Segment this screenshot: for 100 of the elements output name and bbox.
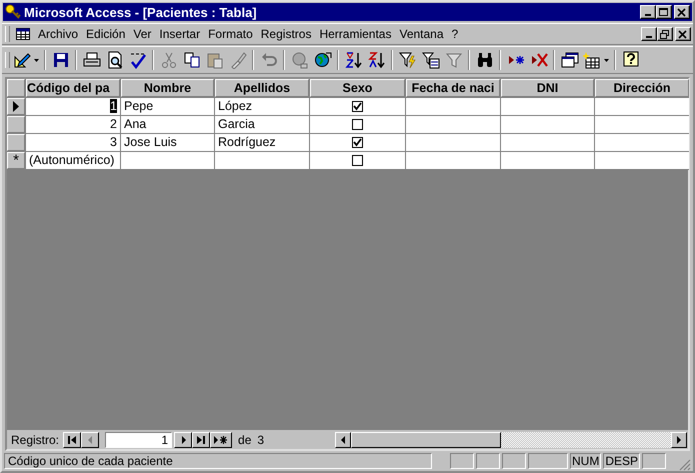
status-indicator: NUM	[570, 453, 602, 469]
undo-icon	[260, 51, 278, 69]
print-icon	[82, 51, 100, 69]
table-cell[interactable]	[595, 134, 689, 151]
previous-record-button[interactable]	[81, 432, 100, 448]
first-icon	[68, 436, 77, 444]
minimize-button[interactable]	[640, 5, 656, 19]
table-cell[interactable]: Pepe	[121, 98, 214, 115]
status-indicator: DESP	[603, 453, 640, 469]
menu-item[interactable]: Insertar	[156, 27, 206, 41]
status-panel	[476, 453, 500, 469]
window-title: Microsoft Access - [Pacientes : Tabla]	[24, 4, 258, 20]
column-header[interactable]: DNI	[501, 79, 594, 97]
menu-item[interactable]: Formato	[205, 27, 258, 41]
record-count: 3	[257, 433, 266, 447]
row-selector[interactable]	[7, 98, 25, 115]
table-cell[interactable]	[406, 134, 500, 151]
cell-text: (Autonumérico)	[29, 153, 114, 167]
checkbox[interactable]	[352, 155, 363, 166]
record-number-field[interactable]: 1	[105, 432, 172, 448]
status-panel	[528, 453, 568, 469]
checkbox[interactable]	[352, 137, 363, 148]
cut-icon	[160, 51, 178, 69]
cell-text: 3	[110, 135, 117, 149]
table-cell[interactable]: Jose Luis	[121, 134, 214, 151]
row-selector[interactable]: *	[7, 152, 25, 169]
resize-grip-icon[interactable]	[679, 459, 691, 471]
minimize-icon	[645, 14, 651, 16]
key-icon	[5, 4, 21, 20]
table-cell[interactable]	[501, 98, 594, 115]
new-record-marker: *	[13, 153, 19, 168]
table-cell[interactable]: 2	[26, 116, 120, 133]
menu-item[interactable]: Ver	[130, 27, 156, 41]
menu-item[interactable]: Registros	[258, 27, 316, 41]
first-record-button[interactable]	[63, 432, 82, 448]
close-icon	[678, 30, 688, 38]
table-cell[interactable]: 1	[26, 98, 120, 115]
checkbox[interactable]	[352, 119, 363, 130]
of-label: de	[238, 433, 252, 447]
maximize-button[interactable]	[656, 5, 672, 19]
column-header[interactable]: Código del pa	[26, 79, 120, 97]
record-label: Registro:	[11, 433, 60, 447]
filter-icon	[444, 51, 462, 69]
next-record-button[interactable]	[174, 432, 192, 448]
previous-icon	[86, 436, 95, 444]
menu-item[interactable]: ?	[448, 27, 464, 41]
restore-icon	[660, 30, 670, 38]
table-cell[interactable]	[595, 152, 689, 169]
database-window-icon	[560, 51, 578, 69]
menu-item[interactable]: Herramientas	[316, 27, 396, 41]
table-cell[interactable]	[406, 152, 500, 169]
table-cell[interactable]: Ana	[121, 116, 214, 133]
table-cell[interactable]: Garcia	[215, 116, 309, 133]
select-all-button[interactable]	[7, 79, 25, 97]
maximize-icon	[659, 8, 669, 16]
table-cell[interactable]	[501, 134, 594, 151]
table-cell[interactable]: 3	[26, 134, 120, 151]
left-arrow-icon	[341, 436, 346, 444]
checkbox[interactable]	[352, 101, 363, 112]
table-cell[interactable]	[406, 98, 500, 115]
brush-icon	[228, 51, 246, 69]
scroll-right-button[interactable]	[671, 432, 687, 448]
table-cell[interactable]	[501, 152, 594, 169]
table-cell[interactable]	[215, 152, 309, 169]
column-header[interactable]: Fecha de naci	[406, 79, 500, 97]
menu-item[interactable]: Ventana	[396, 27, 449, 41]
close-button[interactable]	[675, 27, 691, 41]
sort-ascending-icon	[344, 51, 362, 69]
menu-item[interactable]: Edición	[83, 27, 130, 41]
table-icon[interactable]	[15, 26, 31, 42]
scroll-thumb[interactable]	[351, 432, 502, 448]
column-header[interactable]: Apellidos	[215, 79, 309, 97]
column-header[interactable]: Dirección	[595, 79, 689, 97]
print-preview-icon	[106, 51, 124, 69]
column-header[interactable]: Sexo	[310, 79, 405, 97]
current-record-icon	[13, 101, 19, 112]
save-icon	[52, 51, 70, 69]
horizontal-scrollbar[interactable]	[335, 432, 687, 448]
globe-icon	[314, 51, 332, 69]
table-cell[interactable]: López	[215, 98, 309, 115]
table-cell[interactable]	[595, 116, 689, 133]
last-record-button[interactable]	[192, 432, 210, 448]
table-cell[interactable]	[406, 116, 500, 133]
help-icon	[622, 51, 640, 69]
menu-item[interactable]: Archivo	[35, 27, 84, 41]
column-header[interactable]: Nombre	[121, 79, 214, 97]
table-cell[interactable]: Rodríguez	[215, 134, 309, 151]
cell-text: 1	[110, 99, 117, 113]
table-cell[interactable]: (Autonumérico)	[26, 152, 120, 169]
new-record-button[interactable]	[210, 432, 232, 448]
scroll-left-button[interactable]	[335, 432, 352, 448]
restore-button[interactable]	[657, 27, 673, 41]
table-cell[interactable]	[121, 152, 214, 169]
last-icon	[196, 436, 206, 444]
table-cell[interactable]	[501, 116, 594, 133]
minimize-button[interactable]	[641, 27, 657, 41]
close-button[interactable]	[674, 5, 690, 19]
table-cell[interactable]	[595, 98, 689, 115]
globe-link-icon	[290, 51, 308, 69]
cell-text: 2	[110, 117, 117, 131]
